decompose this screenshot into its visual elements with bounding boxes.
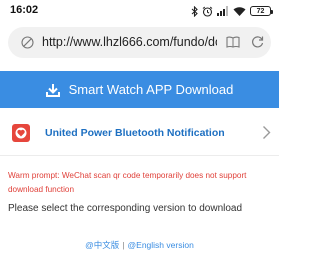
download-icon (45, 83, 60, 97)
chevron-right-icon[interactable] (262, 125, 271, 140)
site-info-icon[interactable] (21, 36, 34, 49)
url-field[interactable]: http://www.lhzl666.com/fundo/dc (42, 35, 217, 49)
english-version-link[interactable]: @English version (128, 240, 194, 250)
app-name[interactable]: United Power Bluetooth Notification (45, 127, 225, 139)
status-bar: 16:02 72 (0, 0, 279, 24)
bluetooth-icon (191, 5, 198, 17)
address-bar[interactable]: http://www.lhzl666.com/fundo/dc (8, 27, 271, 58)
status-time: 16:02 (10, 4, 39, 16)
reader-mode-icon[interactable] (226, 36, 240, 48)
battery-level: 72 (256, 7, 265, 15)
wechat-warning: Warm prompt: WeChat scan qr code tempora… (8, 171, 247, 194)
battery-icon: 72 (250, 6, 273, 16)
version-instruction: Please select the corresponding version … (8, 203, 243, 214)
chinese-version-link[interactable]: @中文版 (85, 240, 119, 250)
app-item[interactable]: United Power Bluetooth Notification (0, 110, 279, 156)
signal-icon (217, 6, 228, 16)
language-separator: | (122, 240, 125, 250)
status-icons: 72 (191, 5, 273, 17)
download-label: Smart Watch APP Download (68, 82, 234, 97)
alarm-icon (202, 6, 213, 17)
app-logo-icon (12, 124, 30, 142)
language-links: @中文版 | @English version (0, 239, 279, 251)
refresh-icon[interactable] (251, 35, 264, 49)
wifi-icon (233, 7, 246, 16)
download-app-button[interactable]: Smart Watch APP Download (0, 71, 279, 108)
